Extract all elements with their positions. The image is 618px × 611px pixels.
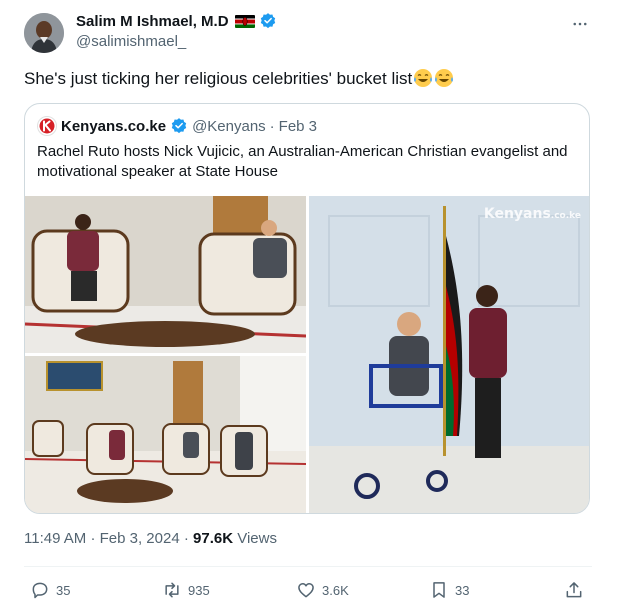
watermark-text: Kenyans bbox=[483, 206, 551, 222]
reply-button[interactable]: 35 bbox=[30, 576, 70, 604]
author-avatar[interactable] bbox=[24, 13, 64, 53]
quoted-display-name[interactable]: Kenyans.co.ke bbox=[61, 118, 166, 135]
quoted-text: Rachel Ruto hosts Nick Vujicic, an Austr… bbox=[37, 143, 568, 180]
quoted-date[interactable]: Feb 3 bbox=[279, 118, 317, 135]
share-button[interactable] bbox=[564, 576, 584, 604]
photo-standing-by-flag[interactable]: Kenyans.co.ke bbox=[309, 196, 589, 513]
tweet-card: Salim M Ishmael, M.D @salimishmael_ She'… bbox=[0, 0, 618, 611]
bookmark-icon bbox=[433, 582, 445, 598]
repost-icon bbox=[165, 582, 179, 598]
tweet-body: She's just ticking her religious celebri… bbox=[24, 69, 413, 88]
verified-badge-icon bbox=[259, 12, 277, 30]
bookmark-button[interactable]: 33 bbox=[429, 576, 469, 604]
author-handle[interactable]: @salimishmael_ bbox=[76, 33, 186, 50]
repost-count: 935 bbox=[188, 582, 210, 598]
tweet-time[interactable]: 11:49 AM bbox=[24, 530, 86, 547]
share-icon bbox=[566, 582, 582, 598]
repost-button[interactable]: 935 bbox=[162, 576, 210, 604]
quoted-handle[interactable]: @Kenyans bbox=[192, 118, 266, 135]
tweet-meta: 11:49 AM · Feb 3, 2024 · 97.6K Views bbox=[24, 530, 277, 547]
more-options-icon[interactable] bbox=[568, 12, 592, 36]
kenyans-watermark: Kenyans.co.ke bbox=[484, 206, 581, 222]
like-button[interactable]: 3.6K bbox=[296, 576, 349, 604]
face-with-tears-of-joy-icon bbox=[413, 68, 433, 88]
quoted-header: Kenyans.co.ke @Kenyans · Feb 3 bbox=[37, 116, 317, 136]
separator-dot: · bbox=[90, 530, 96, 547]
quoted-media-grid: Kenyans.co.ke bbox=[25, 196, 589, 513]
reply-count: 35 bbox=[56, 582, 71, 598]
bookmark-count: 33 bbox=[455, 582, 470, 598]
quoted-tweet[interactable]: Kenyans.co.ke @Kenyans · Feb 3 Rachel Ru… bbox=[24, 103, 590, 514]
separator-dot: · bbox=[183, 530, 189, 547]
tweet-date[interactable]: Feb 3, 2024 bbox=[100, 530, 180, 547]
kenyans-logo-icon[interactable] bbox=[37, 116, 57, 136]
kenya-flag-icon bbox=[234, 14, 255, 28]
face-with-tears-of-joy-icon bbox=[434, 68, 454, 88]
action-bar: 35 935 3.6K 33 bbox=[24, 576, 592, 604]
like-count: 3.6K bbox=[322, 582, 349, 598]
watermark-subtext: .co.ke bbox=[550, 211, 581, 221]
views-count: 97.6K bbox=[193, 530, 234, 547]
author-name-row: Salim M Ishmael, M.D bbox=[76, 12, 277, 30]
tweet-text: She's just ticking her religious celebri… bbox=[24, 68, 454, 90]
heart-icon bbox=[298, 583, 314, 598]
divider bbox=[24, 566, 592, 567]
photo-wide-room-seating[interactable] bbox=[25, 356, 306, 513]
reply-icon bbox=[32, 582, 48, 599]
photo-two-seated-in-armchairs[interactable] bbox=[25, 196, 306, 353]
author-display-name[interactable]: Salim M Ishmael, M.D bbox=[76, 13, 229, 30]
separator-dot: · bbox=[269, 117, 275, 135]
views-label: Views bbox=[237, 530, 277, 547]
verified-badge-icon bbox=[170, 117, 188, 135]
